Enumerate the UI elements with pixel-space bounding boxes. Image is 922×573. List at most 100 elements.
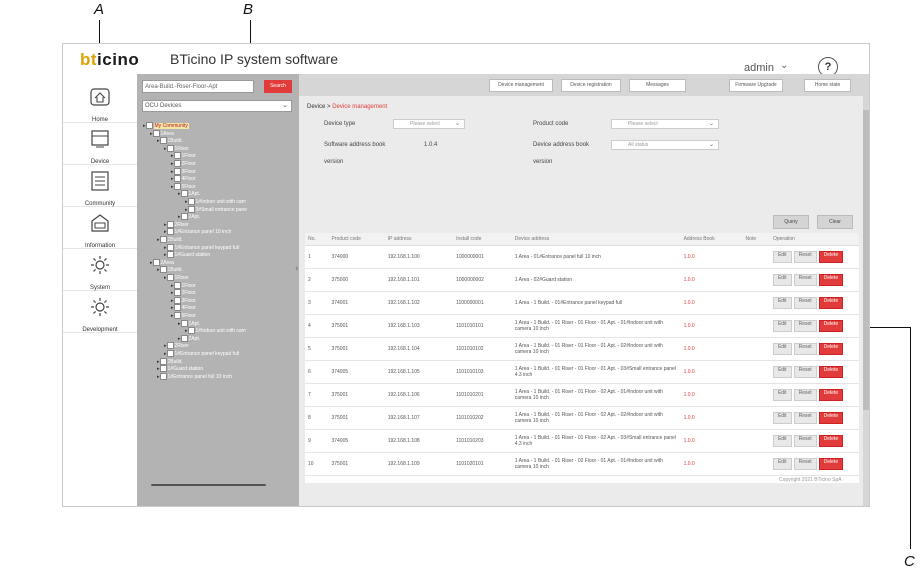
tree-node[interactable]: ▸ 1#Indoor unit with cam [185, 198, 246, 205]
tree-checkbox[interactable] [145, 122, 153, 129]
tree-node[interactable]: ▸ 2Build. [157, 357, 183, 365]
tree-node[interactable]: ▸ 3Floor [171, 167, 196, 175]
tree-node[interactable]: ▸ 2Apt. [178, 334, 200, 342]
reset-button[interactable]: Reset [793, 274, 817, 286]
delete-button[interactable]: Delete [818, 297, 844, 309]
table-row[interactable]: 10 375001 192.168.1.109 1101020101 1 Area - … [305, 452, 859, 476]
table-row[interactable]: 9 374005 192.168.1.108 1101010203 1 Area - 1… [305, 429, 859, 453]
tree-node[interactable]: ▸ 1#Entrance panel 10 inch [164, 228, 231, 236]
tree-checkbox[interactable] [173, 160, 181, 167]
tree-checkbox[interactable] [166, 251, 174, 259]
table-row[interactable]: 5 375001 192.168.1.104 1101010102 1 Area - 1… [305, 337, 859, 361]
tree-checkbox[interactable] [166, 220, 174, 228]
tree-checkbox[interactable] [180, 213, 188, 221]
product-code-filter[interactable]: Please select ⌄ [611, 119, 719, 129]
edit-button[interactable]: Edit [772, 435, 792, 447]
tree-checkbox[interactable] [173, 289, 181, 297]
device-registration-button[interactable]: Device registration [561, 79, 621, 92]
tree-node[interactable]: ▸ 1Area [150, 129, 174, 137]
reset-button[interactable]: Reset [793, 251, 817, 263]
tree-checkbox[interactable] [173, 296, 181, 304]
device-management-button[interactable]: Device management [489, 79, 553, 92]
tree-checkbox[interactable] [173, 312, 181, 319]
tree-node[interactable]: ▸ 1Floor [171, 281, 196, 289]
tree-checkbox[interactable] [159, 236, 167, 243]
delete-button[interactable]: Delete [818, 435, 844, 447]
tree-node[interactable]: ▸ 1#Guard station [157, 365, 203, 373]
reset-button[interactable]: Reset [793, 297, 817, 309]
tree-checkbox[interactable] [152, 129, 160, 137]
tree-node[interactable]: ▸ 1Build. [157, 137, 183, 145]
tree-node[interactable]: ▸ 1#Entrance panel keypad full [164, 350, 239, 357]
tree-node[interactable]: ▸ 1#Entrance panel full 10 inch [157, 372, 232, 380]
delete-button[interactable]: Delete [818, 412, 844, 424]
tree-checkbox[interactable] [187, 198, 195, 205]
tree-checkbox[interactable] [159, 357, 167, 365]
tree-checkbox[interactable] [187, 205, 195, 213]
tree-node[interactable]: ▸ 1Riser [164, 144, 189, 152]
vertical-scrollbar-thumb[interactable] [863, 110, 869, 410]
firmware-upgrade-button[interactable]: Firmware Upgrade [729, 79, 783, 92]
edit-button[interactable]: Edit [772, 389, 792, 401]
search-input[interactable]: Area-Build.-Riser-Floor-Apt [142, 80, 254, 93]
horizontal-scrollbar[interactable] [151, 484, 266, 486]
device-type-select[interactable]: OCU Devices ⌄ [142, 100, 292, 112]
tree-node[interactable]: ▸ 1#Indoor unit with cam [185, 327, 246, 335]
tree-node[interactable]: ▸ 2Riser [164, 342, 189, 350]
reset-button[interactable]: Reset [793, 320, 817, 332]
tree-checkbox[interactable] [173, 304, 181, 312]
tree-node[interactable]: ▸ 1Build. [157, 266, 183, 274]
tree-checkbox[interactable] [166, 243, 174, 251]
tree-node[interactable]: ▸ 2Area [150, 258, 174, 266]
search-button[interactable]: Search [264, 80, 292, 93]
tree-node[interactable]: ▸ 4Floor [171, 175, 196, 183]
tree-checkbox[interactable] [173, 167, 181, 175]
delete-button[interactable]: Delete [818, 458, 844, 470]
tree-node[interactable]: ▸ 1Riser [164, 274, 189, 281]
table-row[interactable]: 3 374001 192.168.1.102 1100000001 1 Area - 1… [305, 291, 859, 315]
tree-checkbox[interactable] [173, 175, 181, 183]
chevron-down-icon[interactable]: ⌄ [780, 60, 788, 71]
query-button[interactable]: Query [773, 215, 809, 229]
tree-node[interactable]: ▸ 2#Small entrance pane [185, 205, 247, 213]
user-menu[interactable]: admin [744, 62, 774, 74]
table-row[interactable]: 6 374005 192.168.1.105 1101010103 1 Area - 1… [305, 360, 859, 384]
edit-button[interactable]: Edit [772, 274, 792, 286]
table-row[interactable]: 7 375001 192.168.1.106 1101010201 1 Area - 1… [305, 383, 859, 407]
tree-checkbox[interactable] [166, 342, 174, 350]
tree-node[interactable]: ▸ 2Floor [171, 289, 196, 297]
tree-checkbox[interactable] [180, 334, 188, 342]
tree-node[interactable]: ▸ 1Apt. [178, 319, 200, 327]
tree-checkbox[interactable] [173, 281, 181, 289]
tree-checkbox[interactable] [173, 182, 181, 190]
reset-button[interactable]: Reset [793, 435, 817, 447]
tree-checkbox[interactable] [180, 319, 188, 327]
tree-node[interactable]: ▸ 1#Guard station [164, 251, 210, 259]
reset-button[interactable]: Reset [793, 412, 817, 424]
tree-node[interactable]: ▸ 5Floor [171, 312, 196, 319]
delete-button[interactable]: Delete [818, 320, 844, 332]
tree-checkbox[interactable] [166, 274, 174, 281]
tree-checkbox[interactable] [159, 365, 167, 373]
nav-item-development[interactable]: Development [63, 292, 137, 333]
tree-node[interactable]: ▸ 4Floor [171, 304, 196, 312]
nav-item-home[interactable]: Home [63, 82, 137, 123]
tree-checkbox[interactable] [159, 372, 167, 380]
delete-button[interactable]: Delete [818, 343, 844, 355]
clear-button[interactable]: Clear [817, 215, 853, 229]
tree-node[interactable]: ▸ 1Floor [171, 152, 196, 160]
tree-node[interactable]: ▸ 3Floor [171, 296, 196, 304]
table-row[interactable]: 4 375001 192.168.1.103 1101010101 1 Area - 1… [305, 314, 859, 338]
tree-checkbox[interactable] [166, 228, 174, 236]
reset-button[interactable]: Reset [793, 343, 817, 355]
edit-button[interactable]: Edit [772, 343, 792, 355]
delete-button[interactable]: Delete [818, 274, 844, 286]
home-state-button[interactable]: Home state [804, 79, 851, 92]
tree-node[interactable]: ▸ 2Floor [171, 160, 196, 167]
nav-item-community[interactable]: Community [63, 166, 137, 207]
tree-checkbox[interactable] [159, 266, 167, 274]
edit-button[interactable]: Edit [772, 297, 792, 309]
nav-item-information[interactable]: Information [63, 208, 137, 249]
tree-node[interactable]: ▸ 2Build. [157, 236, 183, 243]
edit-button[interactable]: Edit [772, 458, 792, 470]
